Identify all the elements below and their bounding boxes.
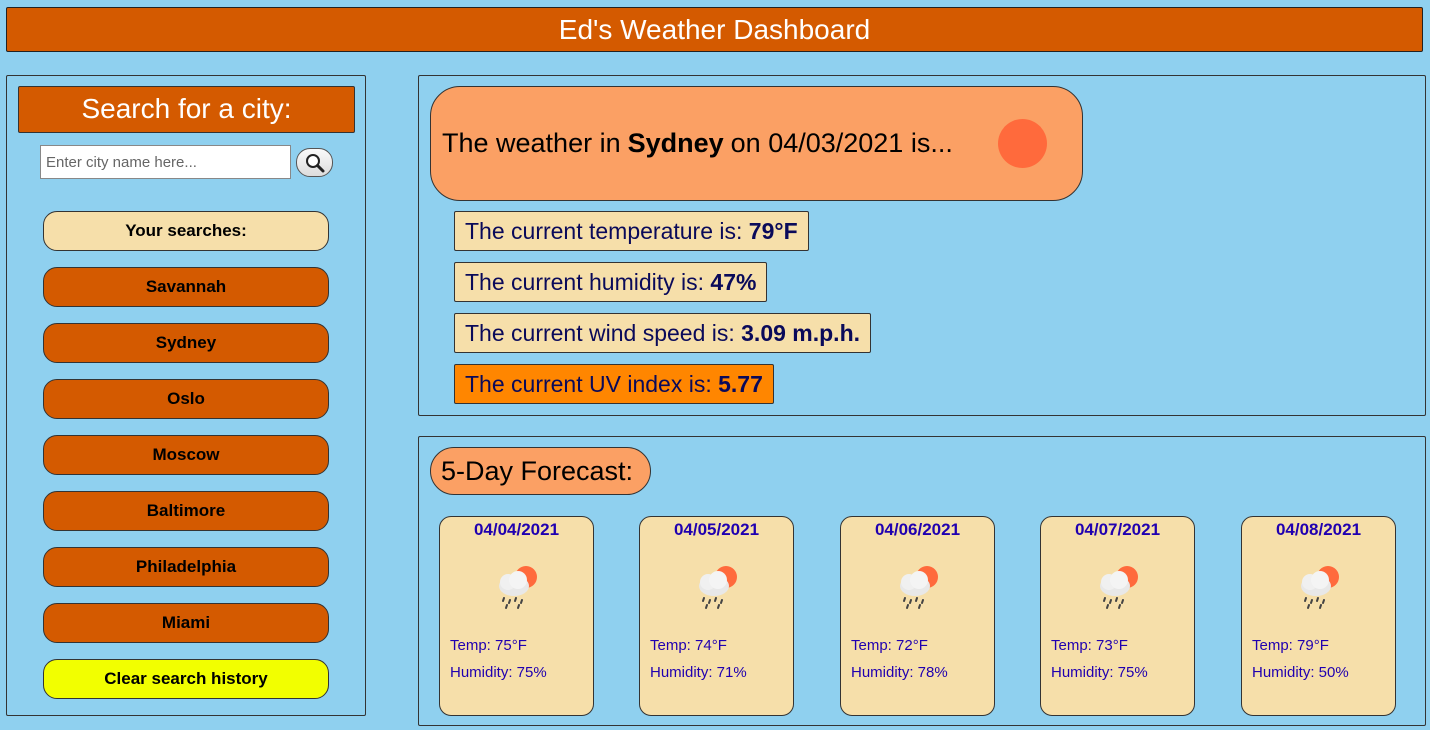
city-search-input[interactable] xyxy=(40,145,291,179)
forecast-humidity: Humidity: 75% xyxy=(1051,664,1148,681)
sun-cloud-rain-icon xyxy=(1100,566,1138,609)
forecast-title: 5-Day Forecast: xyxy=(430,447,651,495)
forecast-card: 04/06/2021 Temp: 72°F Humidity: 78% xyxy=(840,516,995,716)
current-date: on 04/03/2021 is... xyxy=(730,128,953,158)
forecast-date: 04/06/2021 xyxy=(874,520,961,539)
sun-cloud-rain-icon xyxy=(900,566,938,609)
history-city-button[interactable]: Savannah xyxy=(43,267,329,307)
forecast-humidity: Humidity: 78% xyxy=(851,664,948,681)
forecast-humidity: Humidity: 50% xyxy=(1252,664,1349,681)
forecast-card: 04/07/2021 Temp: 73°F Humidity: 75% xyxy=(1040,516,1195,716)
history-city-button[interactable]: Philadelphia xyxy=(43,547,329,587)
search-sidebar: Search for a city: Your searches: Savann… xyxy=(6,75,366,716)
forecast-humidity: Humidity: 71% xyxy=(650,664,747,681)
forecast-date: 04/05/2021 xyxy=(673,520,760,539)
forecast-temp: Temp: 74°F xyxy=(650,637,727,654)
search-button[interactable] xyxy=(296,148,333,177)
weather-icon xyxy=(998,119,1047,168)
forecast-card: 04/08/2021 Temp: 79°F Humidity: 50% xyxy=(1241,516,1396,716)
uv-label: The current UV index is: xyxy=(465,371,712,397)
forecast-date: 04/04/2021 xyxy=(473,520,560,539)
forecast-temp: Temp: 72°F xyxy=(851,637,928,654)
humidity-stat: The current humidity is: 47% xyxy=(454,262,768,302)
search-title: Search for a city: xyxy=(18,86,355,133)
history-city-button[interactable]: Baltimore xyxy=(43,491,329,531)
current-city: Sydney xyxy=(627,128,724,158)
forecast-temp: Temp: 73°F xyxy=(1051,637,1128,654)
magnifier-icon xyxy=(305,153,324,172)
history-city-button[interactable]: Miami xyxy=(43,603,329,643)
sun-cloud-rain-icon xyxy=(499,566,537,609)
forecast-card: 04/04/2021 Temp: 75°F Humidity: 75% xyxy=(439,516,594,716)
current-weather-headline: The weather in Sydney on 04/03/2021 is..… xyxy=(430,86,1083,201)
forecast-temp: Temp: 75°F xyxy=(450,637,527,654)
forecast-temp: Temp: 79°F xyxy=(1252,637,1329,654)
humidity-value: 47% xyxy=(710,269,757,295)
humidity-label: The current humidity is: xyxy=(465,269,705,295)
wind-label: The current wind speed is: xyxy=(465,320,735,346)
clear-history-button[interactable]: Clear search history xyxy=(43,659,329,699)
page-title: Ed's Weather Dashboard xyxy=(6,7,1423,52)
sun-cloud-rain-icon xyxy=(1301,566,1339,609)
sun-cloud-rain-icon xyxy=(699,566,737,609)
history-city-button[interactable]: Oslo xyxy=(43,379,329,419)
uv-value: 5.77 xyxy=(718,371,763,397)
current-weather-panel: The weather in Sydney on 04/03/2021 is..… xyxy=(418,75,1426,416)
headline-prefix: The weather in xyxy=(442,128,621,158)
history-city-button[interactable]: Sydney xyxy=(43,323,329,363)
uv-stat: The current UV index is: 5.77 xyxy=(454,364,774,404)
forecast-card: 04/05/2021 Temp: 74°F Humidity: 71% xyxy=(639,516,794,716)
wind-value: 3.09 m.p.h. xyxy=(741,320,861,346)
forecast-date: 04/08/2021 xyxy=(1275,520,1362,539)
forecast-panel: 5-Day Forecast: 04/04/2021 Temp: 75°F Hu… xyxy=(418,436,1426,726)
history-city-button[interactable]: Moscow xyxy=(43,435,329,475)
temperature-value: 79°F xyxy=(748,218,798,244)
temperature-stat: The current temperature is: 79°F xyxy=(454,211,809,251)
your-searches-label: Your searches: xyxy=(43,211,329,251)
forecast-humidity: Humidity: 75% xyxy=(450,664,547,681)
temperature-label: The current temperature is: xyxy=(465,218,743,244)
wind-stat: The current wind speed is: 3.09 m.p.h. xyxy=(454,313,872,353)
forecast-date: 04/07/2021 xyxy=(1074,520,1161,539)
